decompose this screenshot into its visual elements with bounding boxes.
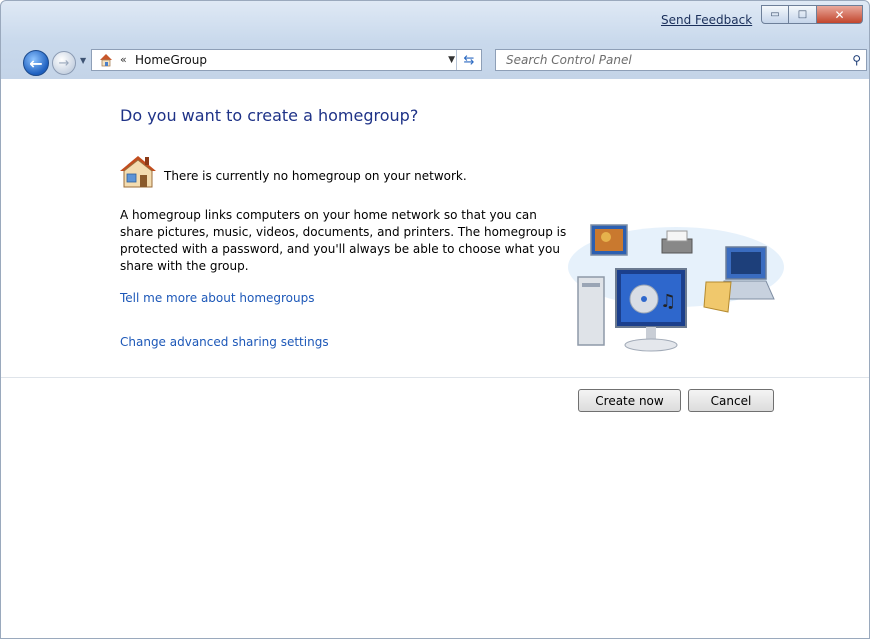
homegroup-house-icon <box>120 156 156 188</box>
change-advanced-sharing-link[interactable]: Change advanced sharing settings <box>120 335 329 349</box>
forward-button[interactable]: → <box>52 51 76 75</box>
svg-text:♫: ♫ <box>660 291 676 312</box>
forward-arrow-icon: → <box>58 55 70 71</box>
minimize-button[interactable]: ▭ <box>761 5 789 24</box>
tell-me-more-link[interactable]: Tell me more about homegroups <box>120 291 315 305</box>
divider <box>1 377 869 378</box>
address-chevron[interactable]: « <box>120 53 127 66</box>
back-arrow-icon: ← <box>29 53 43 73</box>
description-text: A homegroup links computers on your home… <box>120 208 567 273</box>
recent-pages-dropdown[interactable]: ▼ <box>80 56 86 65</box>
address-dropdown-icon[interactable]: ▼ <box>448 55 455 65</box>
address-bar[interactable]: « HomeGroup ▼ ⇆ <box>91 49 482 71</box>
caption-buttons: ▭ □ ✕ <box>761 5 863 24</box>
content-area: Do you want to create a homegroup? There… <box>1 79 869 638</box>
create-now-button[interactable]: Create now <box>578 389 681 412</box>
cancel-button[interactable]: Cancel <box>688 389 774 412</box>
status-text: There is currently no homegroup on your … <box>164 169 467 183</box>
homegroup-illustration: ♫ <box>568 224 784 352</box>
minimize-icon: ▭ <box>770 9 780 20</box>
send-feedback-link[interactable]: Send Feedback <box>661 13 752 27</box>
search-box[interactable]: Search Control Panel ⚲ <box>495 49 867 71</box>
homegroup-icon <box>100 54 112 67</box>
close-icon: ✕ <box>834 7 845 22</box>
close-button[interactable]: ✕ <box>817 5 863 24</box>
search-placeholder[interactable]: Search Control Panel <box>506 53 632 67</box>
back-button[interactable]: ← <box>23 50 49 76</box>
refresh-button[interactable]: ⇆ <box>456 50 481 70</box>
address-breadcrumb-homegroup[interactable]: HomeGroup <box>135 53 207 67</box>
page-title: Do you want to create a homegroup? <box>120 106 419 125</box>
search-icon[interactable]: ⚲ <box>852 53 861 67</box>
maximize-icon: □ <box>797 9 808 20</box>
window: Send Feedback ▭ □ ✕ ← → ▼ « HomeGroup ▼ … <box>0 0 870 639</box>
maximize-button[interactable]: □ <box>789 5 817 24</box>
refresh-icon: ⇆ <box>463 52 475 68</box>
